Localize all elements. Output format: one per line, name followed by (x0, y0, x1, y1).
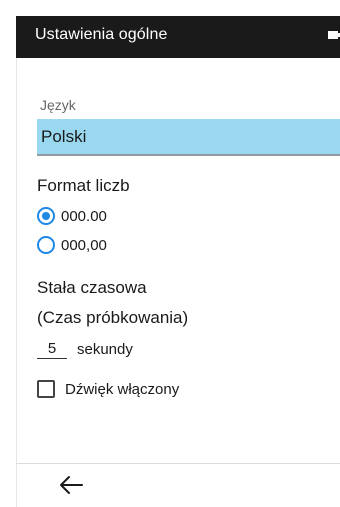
language-value: Polski (41, 127, 87, 146)
battery-icon (328, 31, 340, 39)
back-button[interactable] (56, 472, 86, 498)
arrow-left-icon[interactable] (56, 472, 86, 498)
language-select[interactable]: Polski (37, 119, 340, 156)
radio-unchecked-icon[interactable] (37, 236, 55, 254)
app-header: Ustawienia ogólne (16, 16, 340, 58)
language-label: Język (40, 97, 76, 113)
radio-option-dot-format[interactable]: 000.00 (37, 206, 107, 226)
time-constant-title: Stała czasowa (37, 278, 147, 297)
time-constant-unit: sekundy (77, 341, 133, 358)
time-constant-row: 5 sekundy (37, 339, 133, 359)
radio-checked-icon[interactable] (37, 207, 55, 225)
sound-toggle[interactable]: Dźwięk włączony (37, 380, 179, 398)
radio-label: 000,00 (61, 236, 107, 254)
header-title: Ustawienia ogólne (35, 26, 168, 43)
sound-label: Dźwięk włączony (65, 380, 180, 398)
time-constant-input[interactable]: 5 (37, 340, 67, 359)
radio-label: 000.00 (61, 207, 107, 225)
content-left-border (16, 58, 17, 507)
time-constant-subtitle: (Czas próbkowania) (37, 308, 189, 327)
checkbox-icon[interactable] (37, 380, 55, 398)
radio-option-comma-format[interactable]: 000,00 (37, 235, 107, 255)
footer-divider (16, 463, 340, 464)
number-format-title: Format liczb (37, 176, 130, 195)
